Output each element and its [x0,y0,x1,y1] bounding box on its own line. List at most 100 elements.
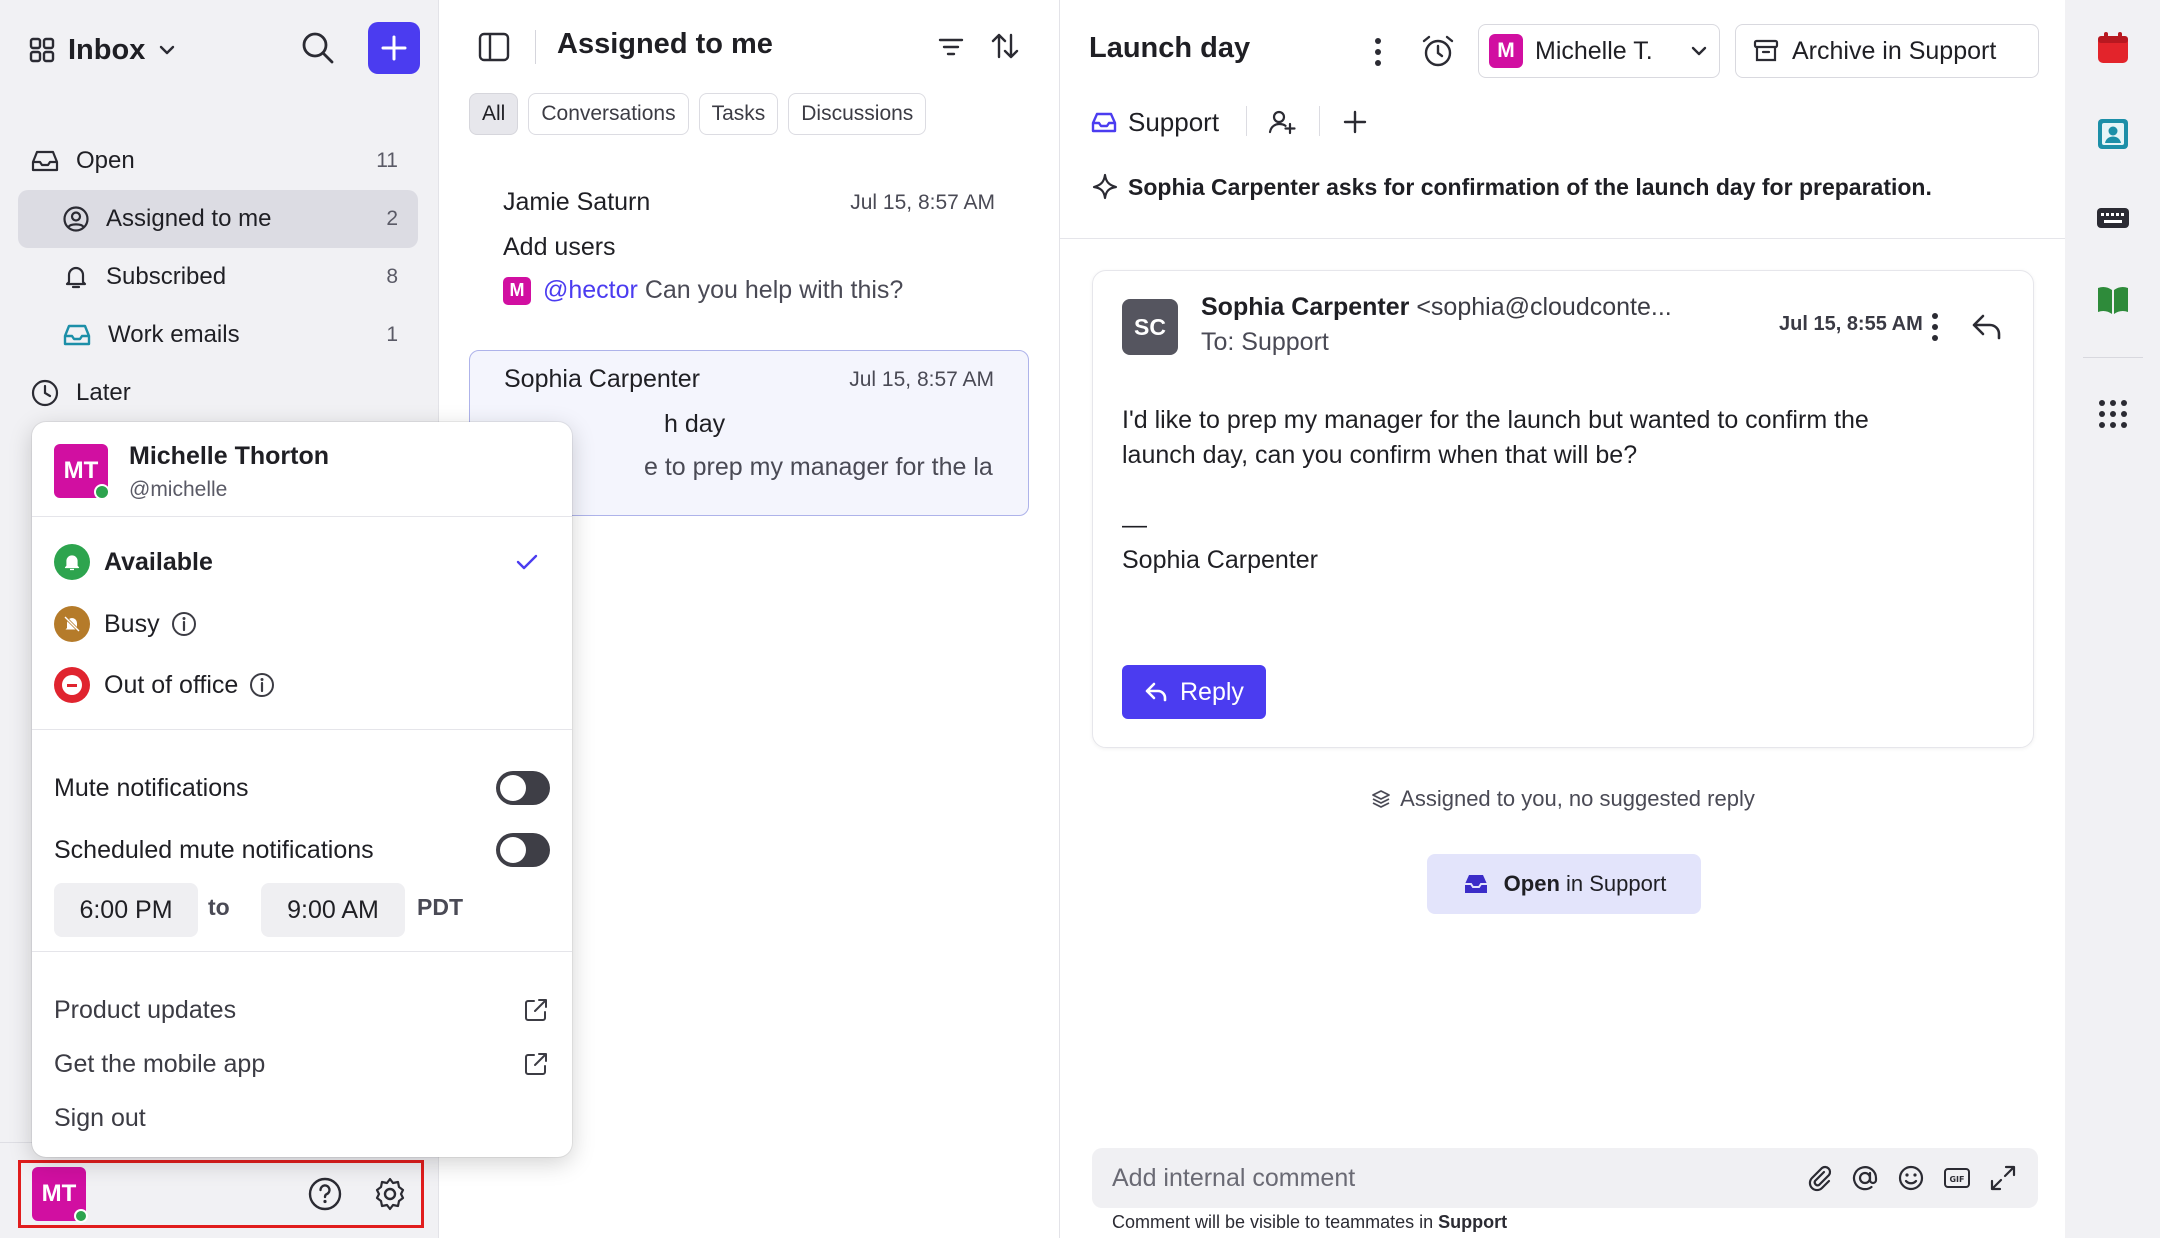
sidebar-item-count: 2 [386,207,398,230]
busy-bell-off-icon [54,606,90,642]
comment-input[interactable]: Add internal comment GIF [1092,1148,2038,1208]
user-avatar-button[interactable]: MT [32,1167,88,1223]
conversation-sender: Jamie Saturn [503,188,651,216]
contacts-icon[interactable] [2095,116,2131,152]
layers-icon [1370,788,1392,810]
book-icon[interactable] [2095,282,2131,318]
conversation-subject: Add users [503,233,616,261]
conversation-subject: h day [664,410,726,438]
search-icon[interactable] [300,30,336,66]
comment-hint-team: Support [1438,1212,1508,1232]
status-busy[interactable]: Busy [54,604,198,644]
mention-icon[interactable] [1850,1163,1880,1193]
thread-title: Launch day [1089,32,1251,64]
popup-user-handle: @michelle [129,478,228,501]
comment-hint: Comment will be visible to teammates in … [1112,1212,1507,1233]
inbox-icon [30,146,60,176]
sort-icon[interactable] [989,30,1021,62]
keyboard-icon[interactable] [2095,200,2131,236]
svg-text:GIF: GIF [1949,1175,1964,1184]
clock-icon [30,378,60,408]
scheduled-mute-toggle[interactable] [496,833,550,867]
paperclip-icon[interactable] [1804,1163,1834,1193]
emoji-icon[interactable] [1896,1163,1926,1193]
sidebar-item-count: 8 [386,265,398,288]
tab-all[interactable]: All [469,93,519,135]
assignee-dropdown[interactable]: M Michelle T. [1478,24,1720,78]
team-tag[interactable]: Support [1090,104,1219,140]
list-title: Assigned to me [557,28,773,60]
conversation-item[interactable]: Jamie Saturn Jul 15, 8:57 AM Add users M… [469,176,1029,326]
tab-tasks[interactable]: Tasks [698,93,779,135]
thread-panel: Launch day M Michelle T. Archive in Supp… [1060,0,2065,1238]
message-more-icon[interactable] [1925,309,1945,345]
tab-conversations[interactable]: Conversations [528,93,689,135]
reply-button[interactable]: Reply [1122,665,1266,719]
sidebar-item-label: Open [76,147,135,174]
user-status-menu: MT Michelle Thorton @michelle Available … [32,422,572,1157]
alarm-clock-icon[interactable] [1420,33,1456,69]
apps-grid-icon[interactable] [2095,396,2131,432]
sender-avatar: SC [1122,299,1178,355]
sidebar-item-open[interactable]: Open 11 [18,132,418,190]
user-circle-icon [62,205,90,233]
scheduled-mute-label: Scheduled mute notifications [54,835,374,864]
time-to-label: to [208,894,230,920]
external-link-icon [522,1050,550,1078]
scheduled-mute-row: Scheduled mute notifications [54,830,550,870]
sidebar-toggle-icon[interactable] [477,30,511,64]
open-in-support-button[interactable]: Open in Support [1427,854,1701,914]
message-body: I'd like to prep my manager for the laun… [1122,403,1869,578]
add-tag-icon[interactable] [1340,107,1370,137]
expand-icon[interactable] [1988,1163,2018,1193]
sign-out-link[interactable]: Sign out [54,1098,146,1138]
help-icon[interactable] [307,1176,343,1212]
message-time: Jul 15, 8:55 AM [1779,313,1923,335]
info-icon[interactable] [170,610,198,638]
gear-icon[interactable] [372,1176,408,1212]
assignee-name: Michelle T. [1535,36,1653,65]
tag-divider [1246,106,1247,136]
link-label: Product updates [54,995,237,1024]
mention-link[interactable]: @hector [543,276,638,305]
more-vertical-icon[interactable] [1368,34,1388,70]
status-available[interactable]: Available [54,542,554,582]
tab-discussions[interactable]: Discussions [788,93,927,135]
sender-email: <sophia@cloudconte... [1416,293,1672,321]
popup-divider [32,516,572,517]
sender-name: Sophia Carpenter [1201,293,1410,321]
message-body-line: launch day, can you confirm when that wi… [1122,441,1638,469]
product-updates-link[interactable]: Product updates [54,990,550,1030]
calendar-icon[interactable] [2095,30,2131,66]
rail-divider [2083,357,2143,358]
signature-dash: — [1122,511,1147,539]
mute-to-time[interactable]: 9:00 AM [261,883,405,937]
sidebar-item-label: Assigned to me [106,205,272,232]
inbox-switcher[interactable]: Inbox [28,30,177,70]
add-follower-icon[interactable] [1266,106,1298,138]
popup-divider [32,951,572,952]
mute-toggle[interactable] [496,771,550,805]
popup-avatar: MT [54,444,110,500]
signature-name: Sophia Carpenter [1122,546,1318,574]
mobile-app-link[interactable]: Get the mobile app [54,1044,550,1084]
info-icon[interactable] [248,671,276,699]
sparkle-icon [1090,172,1120,202]
compose-button[interactable] [368,22,420,74]
status-out-of-office[interactable]: Out of office [54,665,276,705]
conversation-time: Jul 15, 8:57 AM [849,367,994,391]
filter-icon[interactable] [935,31,967,63]
timezone-label: PDT [417,894,463,920]
sidebar-item-assigned-to-me[interactable]: Assigned to me 2 [18,190,418,248]
comment-hint-prefix: Comment will be visible to teammates in [1112,1212,1439,1232]
sidebar-item-work-emails[interactable]: Work emails 1 [18,306,418,364]
avatar-initials: MT [41,1180,77,1207]
mute-from-time[interactable]: 6:00 PM [54,883,198,937]
gif-icon[interactable]: GIF [1942,1163,1972,1193]
reply-arrow-icon[interactable] [1969,309,2005,345]
archive-button[interactable]: Archive in Support [1735,24,2039,78]
sidebar-item-later[interactable]: Later [18,364,418,422]
plus-icon [379,33,409,63]
sidebar-item-subscribed[interactable]: Subscribed 8 [18,248,418,306]
inbox-icon [1462,872,1490,896]
